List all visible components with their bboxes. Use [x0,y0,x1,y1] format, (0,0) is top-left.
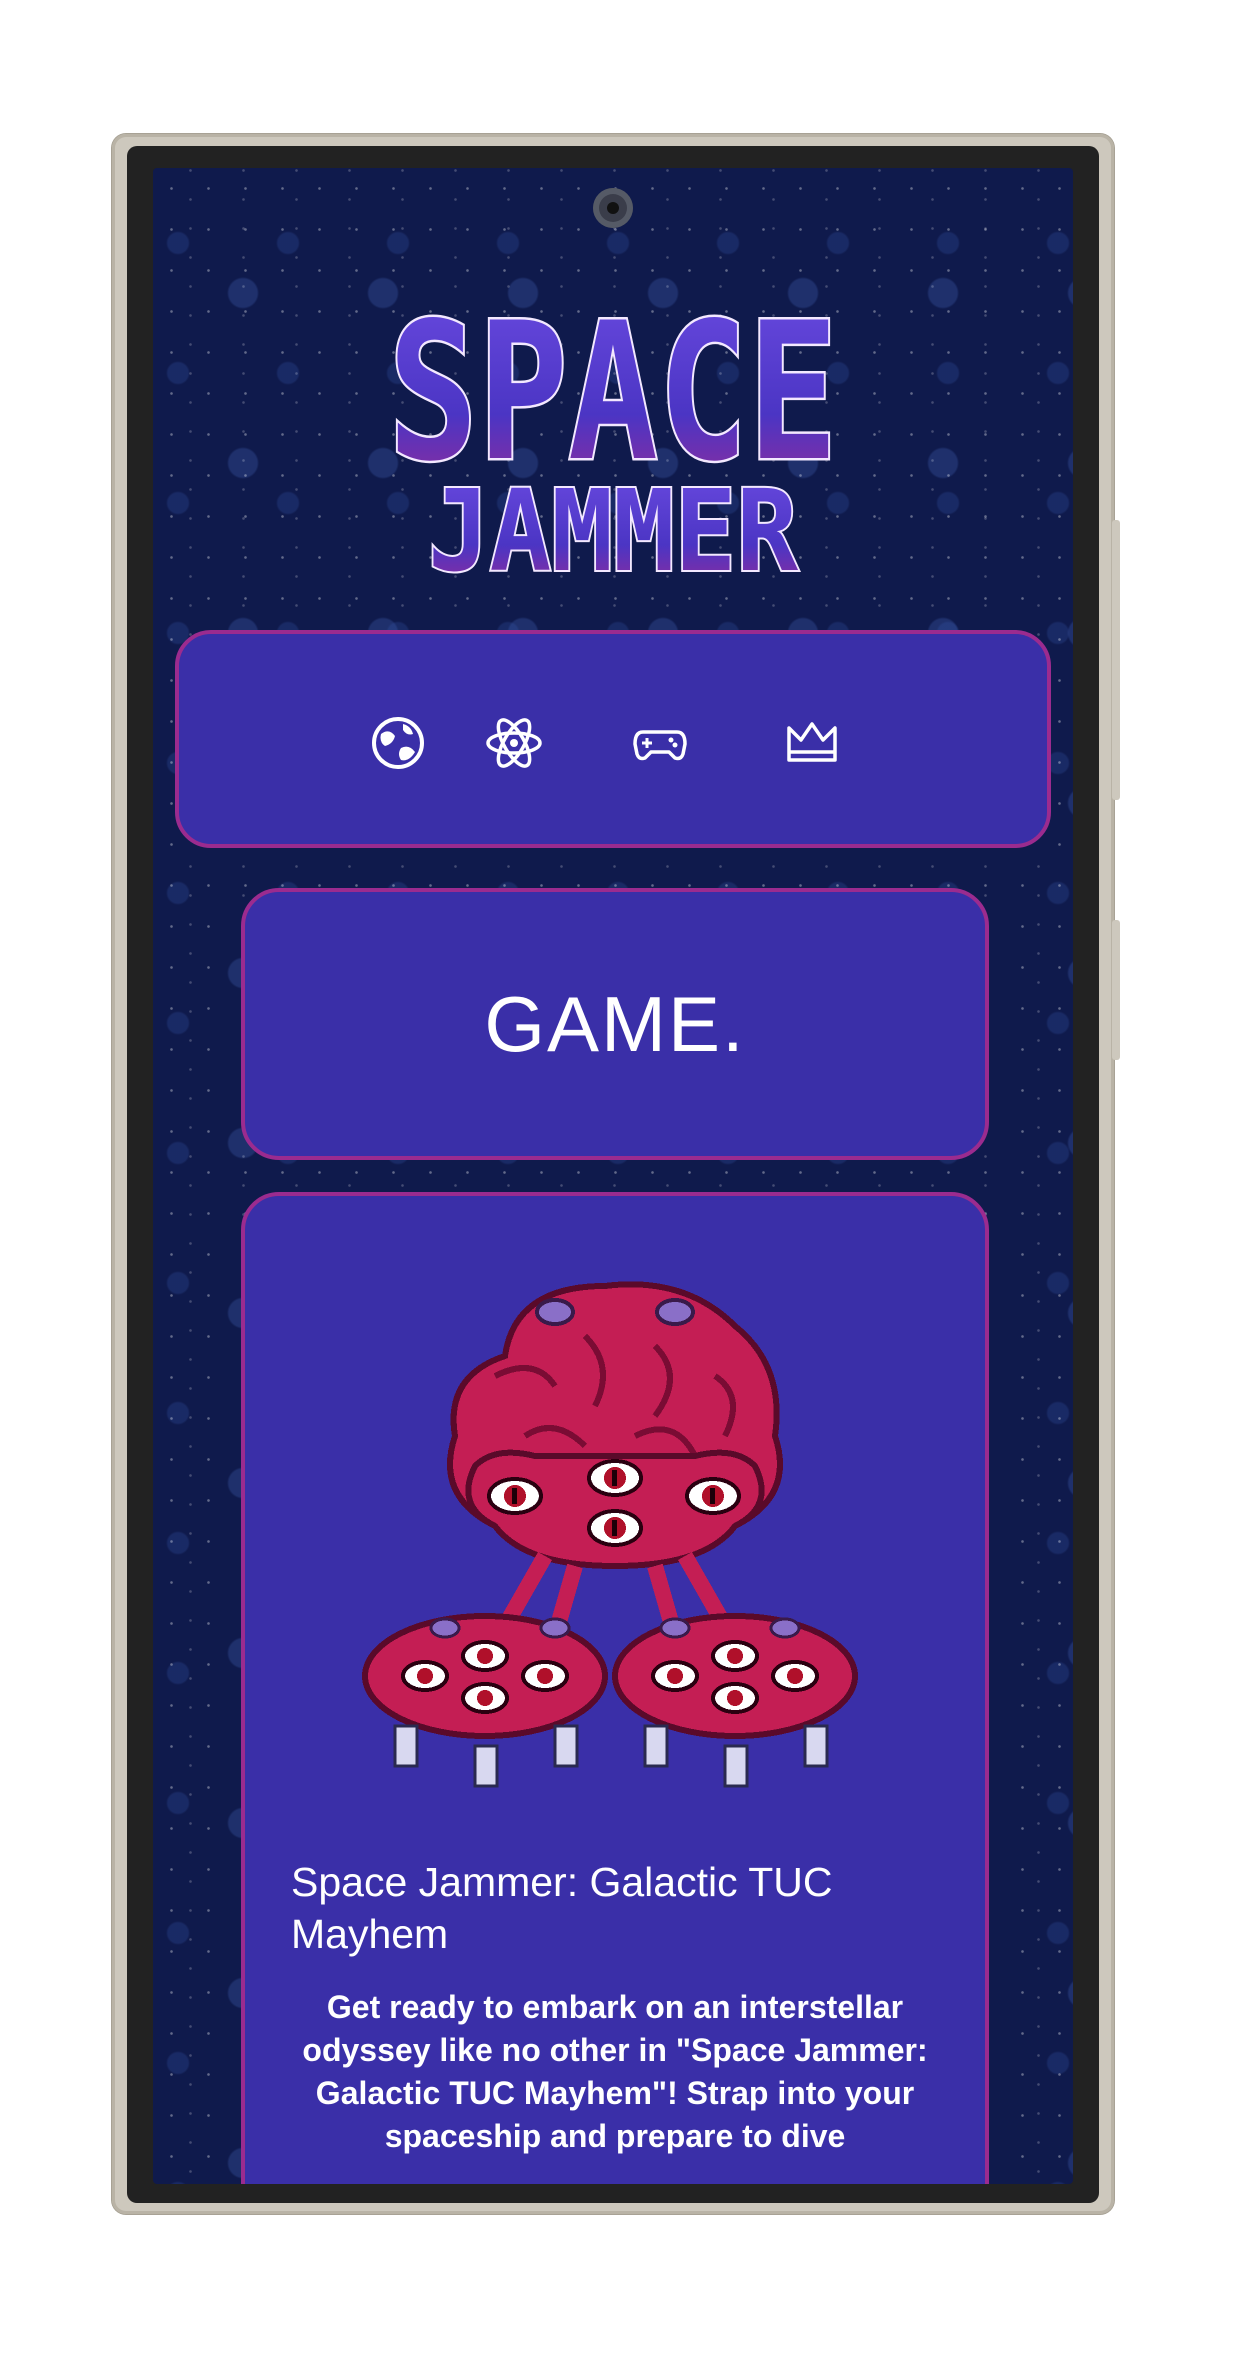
front-camera-icon [593,188,633,228]
space-jammer-logo[interactable]: SPACE JAMMER [383,258,843,600]
atom-icon[interactable] [485,714,543,772]
crown-icon[interactable] [783,714,841,772]
game-card[interactable]: Space Jammer: Galactic TUC Mayhem Get re… [241,1192,989,2184]
volume-button [1112,520,1120,800]
power-button [1112,920,1120,1060]
game-title: Space Jammer: Galactic TUC Mayhem [291,1859,833,1957]
globe-icon[interactable] [369,714,427,772]
nav-bar [175,630,1051,848]
brain-monster-icon [355,1266,875,1806]
logo-line-2: JAMMER [428,467,799,578]
gamepad-icon[interactable] [631,714,689,772]
phone-screen: SPACE JAMMER GAME. Space Jammer: Galacti… [153,168,1073,2184]
page-title-card: GAME. [241,888,989,1160]
game-description: Get ready to embark on an interstellar o… [302,1989,928,2154]
page-title: GAME. [484,979,746,1068]
